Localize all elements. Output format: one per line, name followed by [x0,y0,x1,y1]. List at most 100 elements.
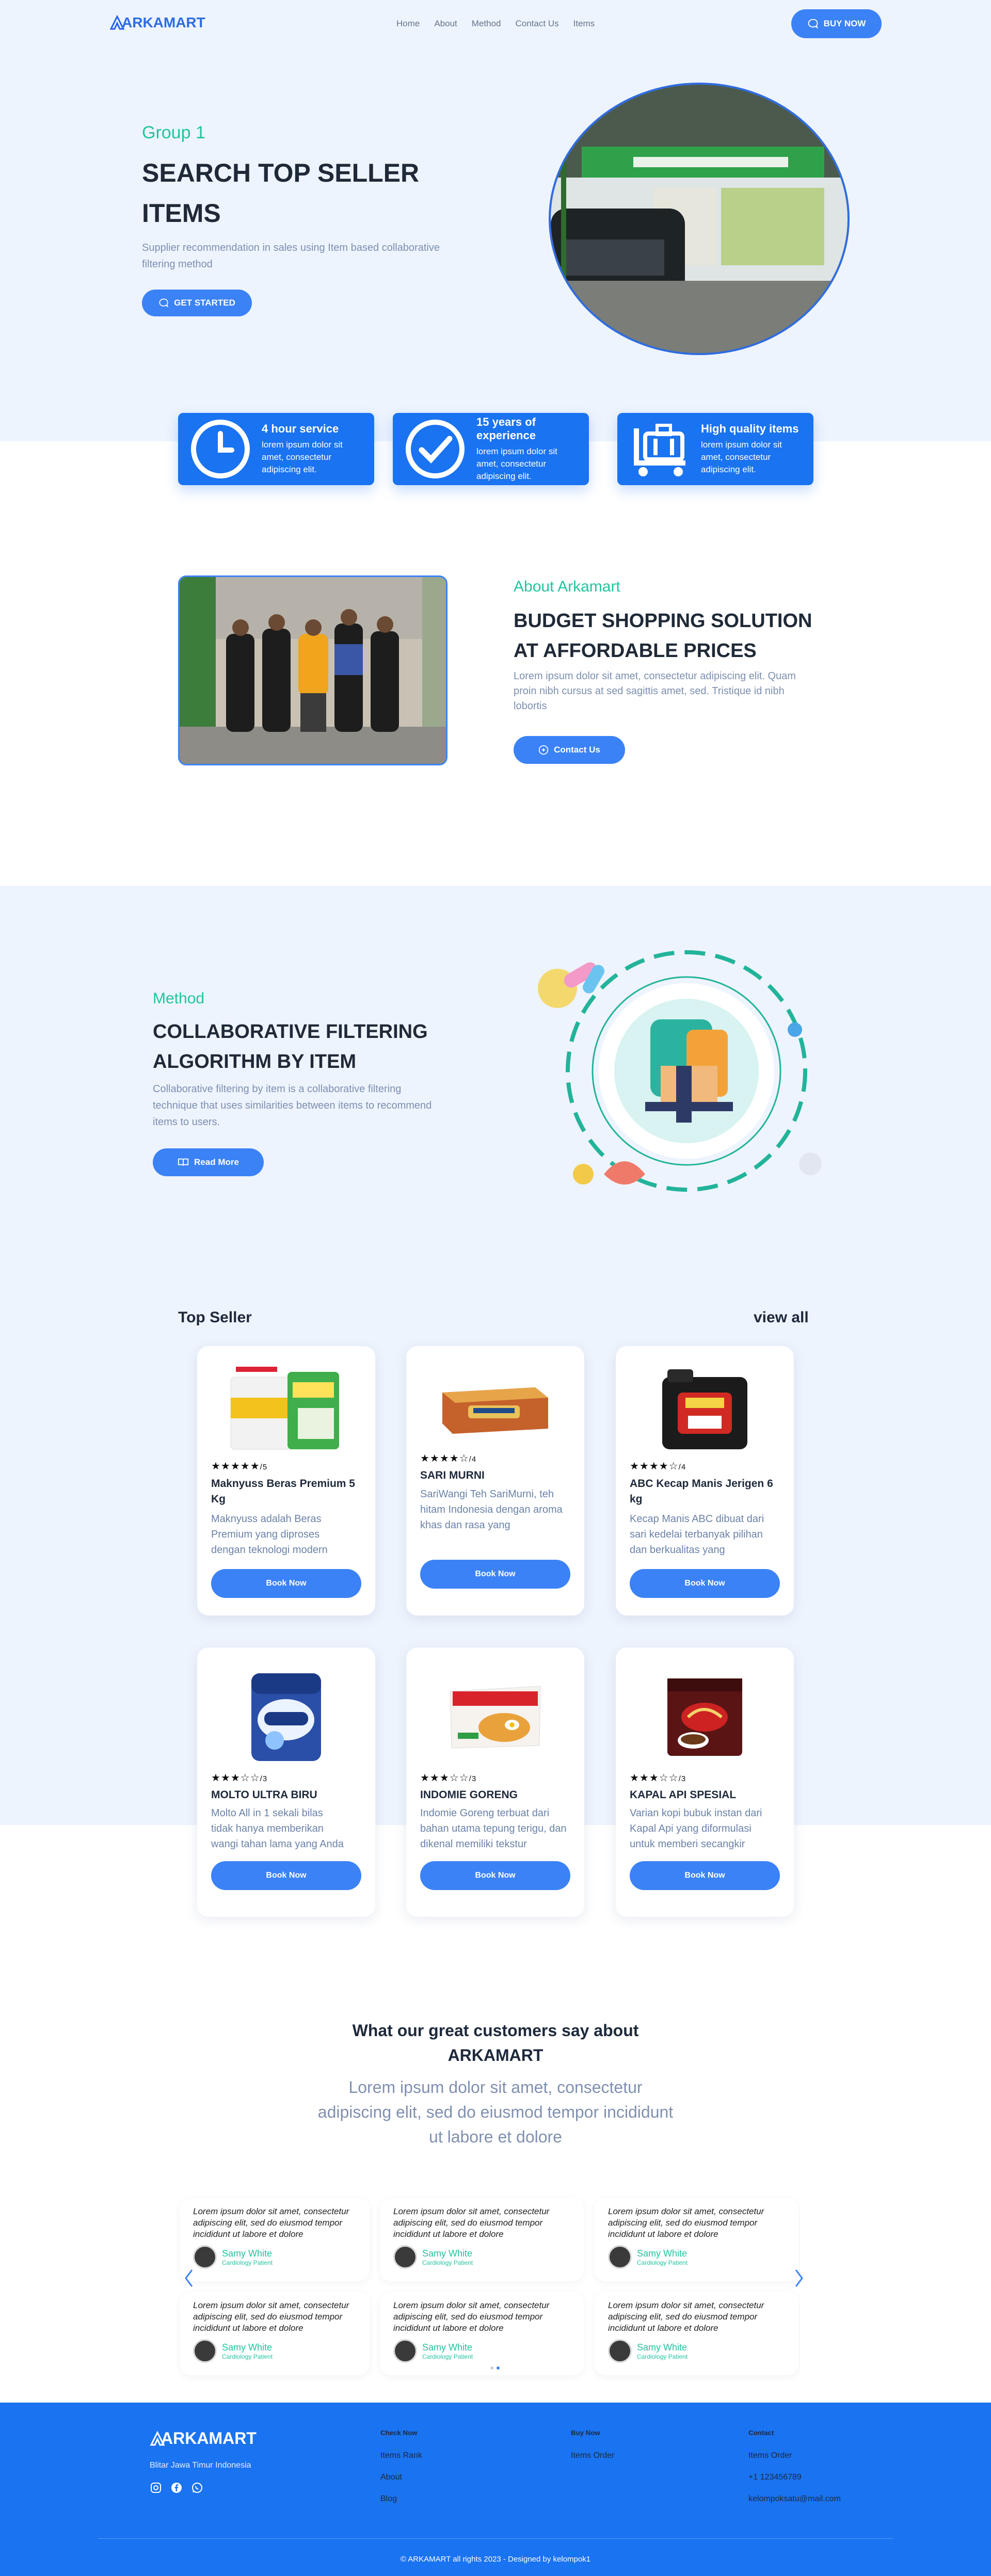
product-description: Indomie Goreng terbuat dari bahan utama … [420,1807,567,1850]
carousel-dots[interactable] [490,2366,500,2370]
book-now-button[interactable]: Book Now [630,1569,780,1598]
rating-stars: ★★★★★ [211,1461,260,1472]
feature-title: 4 hour service [262,422,339,435]
product-name: MOLTO ULTRA BIRU [211,1789,317,1801]
rating-stars: ★★★★☆ [420,1453,469,1464]
read-more-button[interactable]: Read More [153,1148,264,1176]
rating-value: /5 [260,1463,268,1471]
footer-col-buy-now: Buy Now Items Order [571,2429,614,2460]
product-rating: ★★★★☆/4 [420,1452,476,1465]
get-started-label: GET STARTED [174,298,235,308]
testimonial-role: Cardiology Patient [222,2259,273,2266]
footer-col-title: Buy Now [571,2429,600,2437]
testimonial-role: Cardiology Patient [422,2353,473,2360]
nav-items[interactable]: Items [573,19,595,29]
avatar [393,2245,417,2269]
check-circle-icon [406,420,465,478]
testimonial-role: Cardiology Patient [222,2353,273,2360]
footer-col-title: Check Now [380,2429,418,2437]
buy-now-button[interactable]: BUY NOW [791,9,882,38]
testimonial-card: Lorem ipsum dolor sit amet, consectetur … [380,2292,584,2375]
facebook-icon[interactable] [170,2482,183,2494]
feature-text: lorem ipsum dolor sit amet, consectetur … [262,440,343,474]
chevron-right-icon[interactable] [794,2268,804,2289]
product-card: ★★★☆☆/3 KAPAL API SPESIAL Varian kopi bu… [616,1647,794,1917]
chat-icon [808,19,818,29]
nav-contact[interactable]: Contact Us [516,19,559,29]
testimonial-quote: Lorem ipsum dolor sit amet, consectetur … [608,2206,764,2239]
feature-text: lorem ipsum dolor sit amet, consectetur … [476,446,557,481]
product-description: Maknyuss adalah Beras Premium yang dipro… [211,1513,328,1556]
about-title: BUDGET SHOPPING SOLUTION AT AFFORDABLE P… [514,606,812,666]
hero-storefront-image [549,83,850,355]
product-rating: ★★★☆☆/3 [420,1771,476,1784]
footer-link[interactable]: Blog [380,2494,422,2504]
contact-icon [538,745,549,755]
whatsapp-icon[interactable] [191,2482,203,2494]
book-icon [178,1158,189,1166]
testimonials-title-line2: ARKAMART [447,2046,544,2065]
feature-title: 15 years of experience [476,415,536,442]
footer-link[interactable]: About [380,2473,422,2482]
feature-card: High quality items lorem ipsum dolor sit … [617,413,813,485]
main-nav: Home About Method Contact Us Items [396,19,595,29]
carousel-dot-active[interactable] [497,2366,500,2370]
nav-home[interactable]: Home [396,19,420,29]
testimonial-name: Samy White [422,2342,473,2353]
instagram-icon[interactable] [150,2482,162,2494]
feature-card: 15 years of experience lorem ipsum dolor … [393,413,589,485]
testimonials-title-line1: What our great customers say about [352,2021,639,2040]
testimonial-name: Samy White [637,2248,688,2259]
footer-logo[interactable]: ARKAMART [150,2429,257,2448]
product-card: ★★★☆☆/3 INDOMIE GORENG Indomie Goreng te… [406,1647,584,1917]
carousel-dot[interactable] [490,2366,493,2370]
book-now-button[interactable]: Book Now [420,1560,570,1589]
testimonial-card: Lorem ipsum dolor sit amet, consectetur … [180,2292,370,2375]
nav-method[interactable]: Method [472,19,501,29]
nav-about[interactable]: About [434,19,457,29]
storefront-photo [551,85,848,353]
testimonial-card: Lorem ipsum dolor sit amet, consectetur … [595,2198,798,2281]
avatar [393,2339,417,2363]
get-started-button[interactable]: GET STARTED [142,290,252,316]
footer-phone[interactable]: +1 123456789 [748,2473,841,2482]
footer-link[interactable]: Items Rank [380,2451,422,2460]
testimonial-quote: Lorem ipsum dolor sit amet, consectetur … [193,2300,349,2333]
book-now-button[interactable]: Book Now [211,1569,361,1598]
chevron-left-icon[interactable] [184,2268,194,2289]
footer-email[interactable]: kelompoksatu@mail.com [748,2494,841,2504]
footer-link[interactable]: Items Order [571,2451,614,2460]
about-title-line2: AT AFFORDABLE PRICES [514,640,757,662]
view-all-link[interactable]: view all [754,1309,809,1326]
soy-sauce-jerrycan-icon [662,1369,747,1449]
book-now-button[interactable]: Book Now [420,1861,570,1890]
feature-card: 4 hour service lorem ipsum dolor sit amet… [178,413,374,485]
footer-col-title: Contact [748,2429,774,2437]
social-links [150,2482,203,2494]
product-description: SariWangi Teh SariMurni, teh hitam Indon… [420,1489,563,1531]
footer-link[interactable]: Items Order [748,2451,841,2460]
feature-text: lorem ipsum dolor sit amet, consectetur … [701,440,782,474]
footer-col-contact: Contact Items Order +1 123456789 kelompo… [748,2429,841,2504]
testimonials-subtitle: Lorem ipsum dolor sit amet, consectetur … [317,2078,674,2146]
footer-divider [98,2538,893,2539]
book-now-button[interactable]: Book Now [630,1861,780,1890]
rating-stars: ★★★☆☆ [211,1772,260,1784]
product-rating: ★★★☆☆/3 [211,1771,267,1784]
product-card: ★★★★☆/4 SARI MURNI SariWangi Teh SariMur… [406,1346,584,1615]
about-text: Lorem ipsum dolor sit amet, consectetur … [514,670,796,712]
rating-stars: ★★★★☆ [630,1461,679,1472]
testimonial-name: Samy White [422,2248,473,2259]
logo[interactable]: ARKAMART [109,14,205,31]
contact-us-button[interactable]: Contact Us [514,736,625,764]
avatar [608,2339,632,2363]
product-card: ★★★☆☆/3 MOLTO ULTRA BIRU Molto All in 1 … [197,1647,375,1917]
testimonial-card: Lorem ipsum dolor sit amet, consectetur … [595,2292,798,2375]
luggage-icon [634,424,685,476]
book-now-button[interactable]: Book Now [211,1861,361,1890]
testimonial-role: Cardiology Patient [637,2259,688,2266]
testimonials-title: What our great customers say about ARKAM… [289,2018,702,2068]
rating-value: /3 [260,1774,268,1783]
testimonial-quote: Lorem ipsum dolor sit amet, consectetur … [393,2300,550,2333]
hero-title-line1: SEARCH TOP SELLER [142,158,420,187]
